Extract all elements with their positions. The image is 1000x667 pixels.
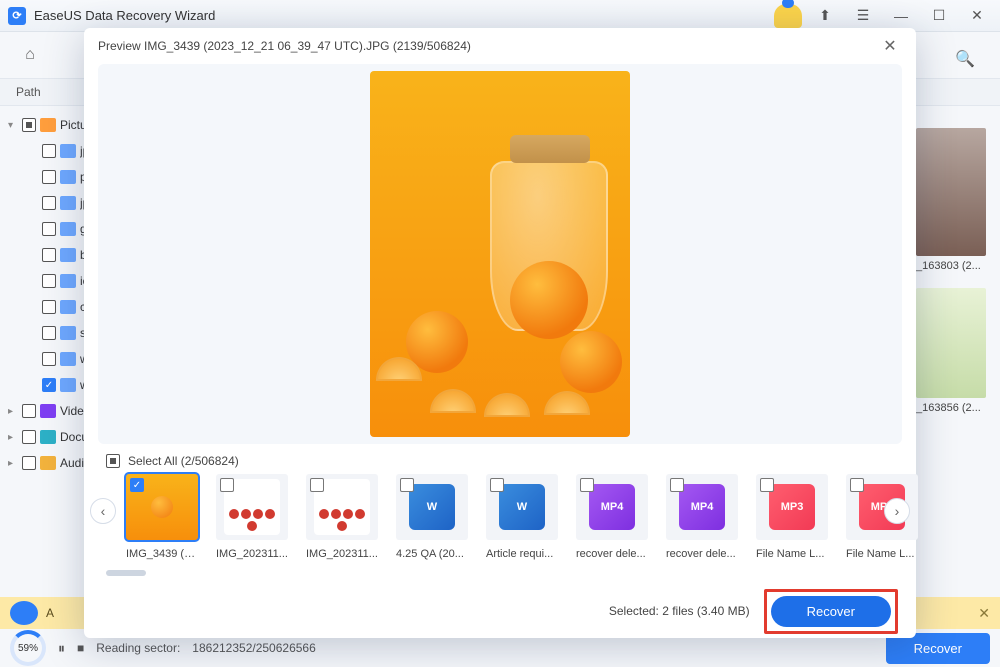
checkbox[interactable] (22, 430, 36, 444)
folder-icon (60, 352, 76, 366)
minimize-icon[interactable]: — (886, 2, 916, 30)
preview-image (370, 71, 630, 437)
select-all-checkbox[interactable] (106, 454, 120, 468)
select-all-label: Select All (2/506824) (128, 454, 239, 468)
checkbox[interactable] (42, 222, 56, 236)
thumb-item[interactable]: IMG_202311... (306, 474, 378, 560)
grid-thumb[interactable]: _163803 (2... (916, 128, 986, 272)
checkbox[interactable] (22, 404, 36, 418)
folder-icon (60, 326, 76, 340)
checkbox[interactable] (22, 456, 36, 470)
recover-button[interactable]: Recover (771, 596, 891, 627)
folder-icon (60, 170, 76, 184)
checkbox[interactable] (42, 248, 56, 262)
chevron-right-icon[interactable]: ▸ (8, 458, 18, 469)
sector-label: Reading sector: (96, 641, 180, 655)
folder-icon (60, 274, 76, 288)
thumb-item[interactable]: ✓ IMG_3439 (2... (126, 474, 198, 560)
thumbnail-strip: ‹ ✓ IMG_3439 (2... IMG_202311... IMG_202… (84, 474, 916, 560)
menu-icon[interactable]: ☰ (848, 2, 878, 30)
preview-modal: Preview IMG_3439 (2023_12_21 06_39_47 UT… (84, 28, 916, 638)
thumb-checkbox[interactable] (400, 478, 414, 492)
pause-icon[interactable]: ⏸ (58, 640, 65, 657)
close-modal-icon[interactable]: ✕ (878, 34, 902, 58)
thumb-checkbox[interactable] (310, 478, 324, 492)
close-window-icon[interactable]: ✕ (962, 2, 992, 30)
mp4-file-icon: MP4 (589, 484, 635, 530)
folder-icon (60, 248, 76, 262)
video-folder-icon (40, 404, 56, 418)
grid-thumb[interactable]: _163856 (2... (916, 288, 986, 414)
thumb-item[interactable]: W 4.25 QA (20... (396, 474, 468, 560)
progress-circle: 59% (10, 630, 46, 666)
thumb-checkbox[interactable]: ✓ (130, 478, 144, 492)
document-folder-icon (40, 430, 56, 444)
thumb-checkbox[interactable] (760, 478, 774, 492)
thumb-item[interactable]: IMG_202311... (216, 474, 288, 560)
word-file-icon: W (499, 484, 545, 530)
folder-icon (60, 144, 76, 158)
folder-icon (60, 196, 76, 210)
checkbox[interactable] (42, 300, 56, 314)
close-advisor-icon[interactable]: ✕ (978, 605, 990, 622)
checkbox[interactable] (42, 196, 56, 210)
recover-highlight: Recover (764, 589, 898, 634)
folder-icon (60, 378, 76, 392)
checkbox[interactable] (42, 274, 56, 288)
select-all-row[interactable]: Select All (2/506824) (84, 444, 916, 474)
prev-thumb-button[interactable]: ‹ (90, 498, 116, 524)
home-button[interactable]: ⌂ (12, 39, 48, 71)
thumb-item[interactable]: MP4 recover dele... (666, 474, 738, 560)
folder-icon (60, 300, 76, 314)
chevron-right-icon[interactable]: ▸ (8, 432, 18, 443)
thumb-checkbox[interactable] (670, 478, 684, 492)
sector-value: 186212352/250626566 (192, 641, 315, 655)
modal-title: Preview IMG_3439 (2023_12_21 06_39_47 UT… (98, 39, 471, 53)
preview-area (98, 64, 902, 444)
checkbox[interactable] (42, 352, 56, 366)
thumb-checkbox[interactable] (220, 478, 234, 492)
thumb-item[interactable]: MP4 recover dele... (576, 474, 648, 560)
app-logo-icon: ⟳ (8, 7, 26, 25)
mp3-file-icon: MP3 (769, 484, 815, 530)
thumb-item[interactable]: MP3 File Name L... (756, 474, 828, 560)
checkbox[interactable] (42, 326, 56, 340)
stop-icon[interactable]: ■ (77, 641, 84, 655)
column-path[interactable]: Path (0, 85, 57, 99)
search-icon[interactable]: 🔍 (952, 46, 978, 72)
app-title: EaseUS Data Recovery Wizard (34, 8, 215, 23)
thumb-item[interactable]: W Article requi... (486, 474, 558, 560)
checkbox[interactable] (42, 170, 56, 184)
thumb-scrollbar[interactable] (106, 570, 894, 576)
word-file-icon: W (409, 484, 455, 530)
checkbox[interactable] (42, 144, 56, 158)
chevron-down-icon[interactable]: ▾ (8, 120, 18, 131)
upload-icon[interactable]: ⬆ (810, 2, 840, 30)
image-folder-icon (40, 118, 56, 132)
thumb-checkbox[interactable] (850, 478, 864, 492)
checkbox[interactable] (22, 118, 36, 132)
mp4-file-icon: MP4 (679, 484, 725, 530)
checkbox[interactable]: ✓ (42, 378, 56, 392)
selected-count: Selected: 2 files (3.40 MB) (609, 604, 750, 618)
advisor-avatar-icon (10, 601, 38, 625)
chevron-right-icon[interactable]: ▸ (8, 406, 18, 417)
next-thumb-button[interactable]: › (884, 498, 910, 524)
advisor-text: A (46, 606, 54, 620)
folder-icon (60, 222, 76, 236)
mascot-icon[interactable] (774, 4, 802, 28)
thumb-checkbox[interactable] (490, 478, 504, 492)
maximize-icon[interactable]: ☐ (924, 2, 954, 30)
audio-folder-icon (40, 456, 56, 470)
thumb-checkbox[interactable] (580, 478, 594, 492)
